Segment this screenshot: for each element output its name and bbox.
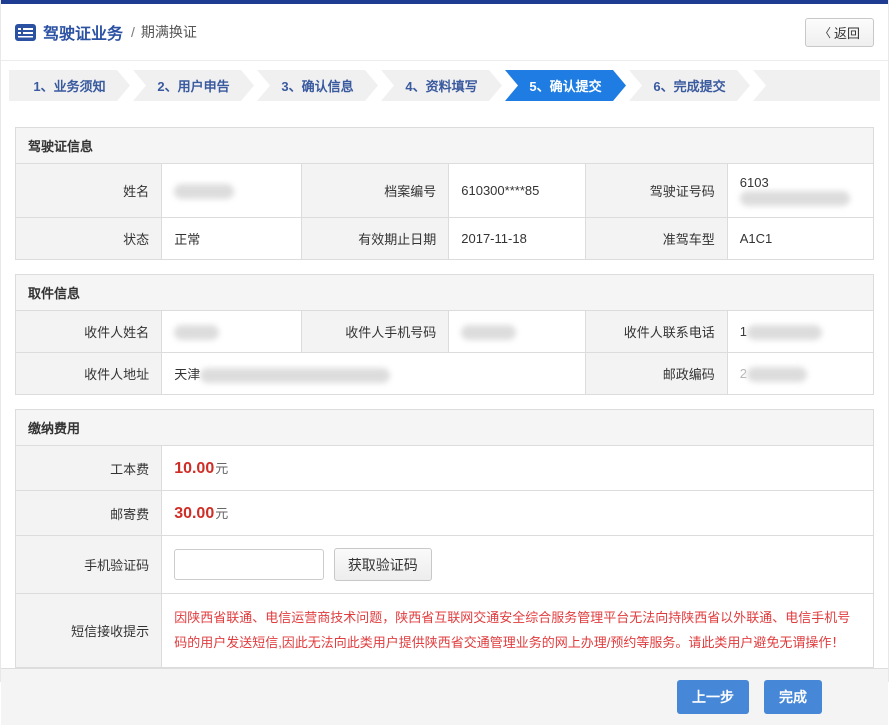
chevron-left-icon: 〈 [819,24,831,41]
recipient-address-value: 天津 [162,353,586,395]
recipient-name-label: 收件人姓名 [16,311,162,353]
step-3-confirm-info[interactable]: 3、确认信息 [257,70,378,101]
license-no-value: 6103 [727,164,873,218]
license-business-icon [15,24,36,41]
postal-code-label: 邮政编码 [586,353,727,395]
license-no-label: 驾驶证号码 [586,164,727,218]
file-no-value: 610300****85 [449,164,586,218]
license-info-title: 驾驶证信息 [16,128,873,164]
sms-code-label: 手机验证码 [16,536,162,594]
table-row: 短信接收提示 因陕西省联通、电信运营商技术问题，陕西省互联网交通安全综合服务管理… [16,594,873,667]
production-fee-value: 10.00元 [162,446,873,491]
step-5-confirm-submit[interactable]: 5、确认提交 [505,70,626,101]
back-button-label: 返回 [834,23,860,42]
footer-action-bar: 上一步 完成 [1,668,888,725]
status-value: 正常 [162,218,302,260]
sms-code-cell: 获取验证码 [162,536,873,594]
table-row: 手机验证码 获取验证码 [16,536,873,594]
pickup-info-table: 收件人姓名 收件人手机号码 收件人联系电话 1 收件人地址 天津 邮政编码 2 [16,311,873,394]
sms-code-input[interactable] [174,549,324,580]
get-sms-code-button[interactable]: 获取验证码 [334,548,432,581]
mailing-fee-value: 30.00元 [162,491,873,536]
breadcrumb-separator: / [131,24,135,40]
status-label: 状态 [16,218,162,260]
recipient-mobile-label: 收件人手机号码 [301,311,448,353]
pickup-info-section: 取件信息 收件人姓名 收件人手机号码 收件人联系电话 1 收件人地址 天津 邮政… [15,274,874,395]
table-row: 邮寄费 30.00元 [16,491,873,536]
redacted-value [174,325,219,340]
table-row: 收件人地址 天津 邮政编码 2 [16,353,873,395]
fees-table: 工本费 10.00元 邮寄费 30.00元 手机验证码 获取验证码 短信接收提 [16,446,873,667]
expiry-label: 有效期止日期 [301,218,448,260]
redacted-value [200,368,390,383]
name-value [162,164,302,218]
postal-code-value: 2 [727,353,873,395]
redacted-value [461,325,516,340]
production-fee-label: 工本费 [16,446,162,491]
recipient-name-value [162,311,302,353]
main-content: 驾驶证信息 姓名 档案编号 610300****85 驾驶证号码 6103 状态… [1,101,888,668]
finish-button[interactable]: 完成 [764,680,822,714]
step-4-fill-material[interactable]: 4、资料填写 [381,70,502,101]
fees-title: 缴纳费用 [16,410,873,446]
recipient-phone-value: 1 [727,311,873,353]
fees-section: 缴纳费用 工本费 10.00元 邮寄费 30.00元 手机验证码 获取验证码 [15,409,874,668]
license-info-section: 驾驶证信息 姓名 档案编号 610300****85 驾驶证号码 6103 状态… [15,127,874,260]
expiry-value: 2017-11-18 [449,218,586,260]
page-title: 驾驶证业务 [43,20,123,44]
sms-notice-text: 因陕西省联通、电信运营商技术问题，陕西省互联网交通安全综合服务管理平台无法向持陕… [162,594,873,667]
step-6-finish-submit[interactable]: 6、完成提交 [629,70,750,101]
pickup-info-title: 取件信息 [16,275,873,311]
back-button[interactable]: 〈 返回 [805,18,874,47]
mailing-fee-label: 邮寄费 [16,491,162,536]
step-bar-filler [753,70,880,101]
table-row: 姓名 档案编号 610300****85 驾驶证号码 6103 [16,164,873,218]
recipient-phone-label: 收件人联系电话 [586,311,727,353]
breadcrumb-current: 期满换证 [141,22,197,42]
redacted-value [747,367,807,382]
table-row: 状态 正常 有效期止日期 2017-11-18 准驾车型 A1C1 [16,218,873,260]
redacted-value [747,325,822,340]
recipient-mobile-value [449,311,586,353]
file-no-label: 档案编号 [301,164,448,218]
name-label: 姓名 [16,164,162,218]
license-info-table: 姓名 档案编号 610300****85 驾驶证号码 6103 状态 正常 有效… [16,164,873,259]
table-row: 收件人姓名 收件人手机号码 收件人联系电话 1 [16,311,873,353]
redacted-value [174,184,234,199]
step-wizard: 1、业务须知 2、用户申告 3、确认信息 4、资料填写 5、确认提交 6、完成提… [9,70,880,101]
page-header: 驾驶证业务 / 期满换证 〈 返回 [1,4,888,61]
step-1-business-notice[interactable]: 1、业务须知 [9,70,130,101]
recipient-address-label: 收件人地址 [16,353,162,395]
sms-notice-label: 短信接收提示 [16,594,162,667]
vehicle-type-value: A1C1 [727,218,873,260]
previous-step-button[interactable]: 上一步 [677,680,749,714]
redacted-value [740,191,850,206]
vehicle-type-label: 准驾车型 [586,218,727,260]
step-2-user-declaration[interactable]: 2、用户申告 [133,70,254,101]
table-row: 工本费 10.00元 [16,446,873,491]
